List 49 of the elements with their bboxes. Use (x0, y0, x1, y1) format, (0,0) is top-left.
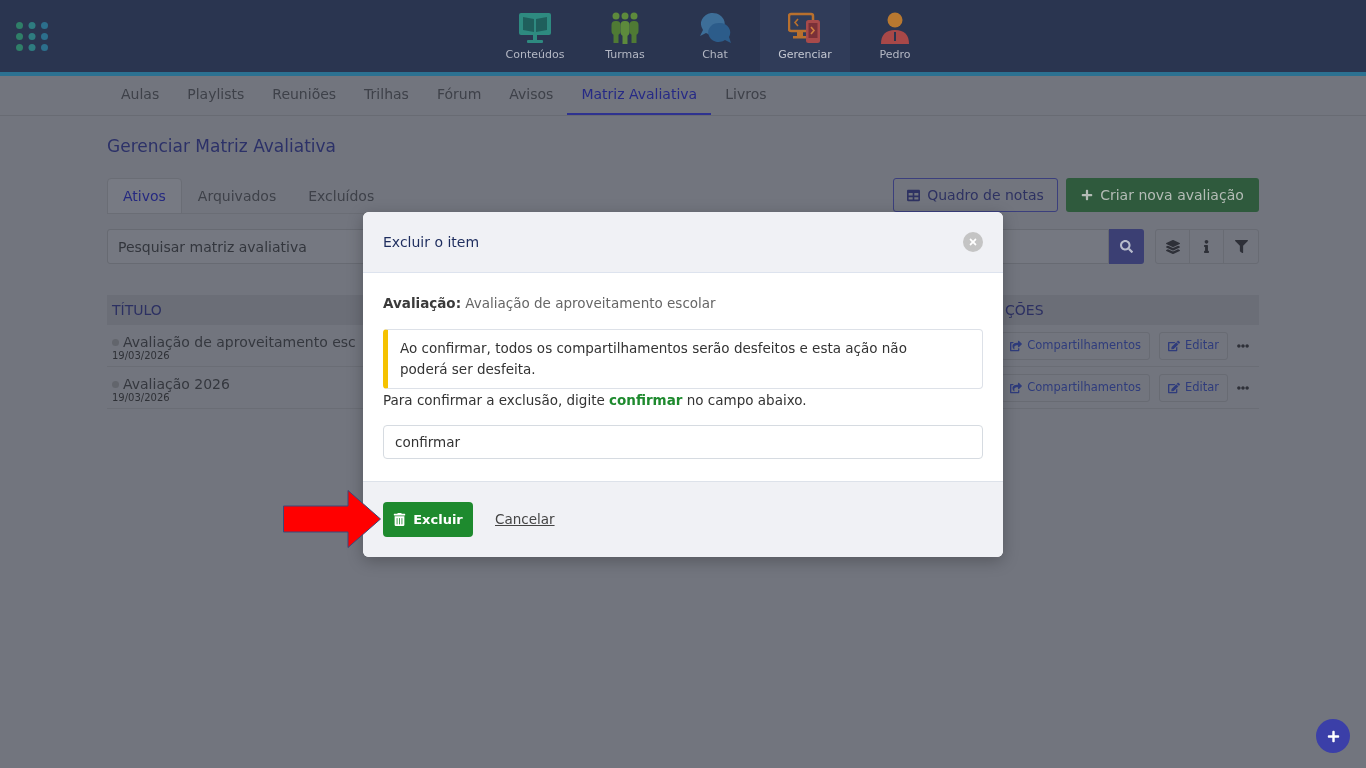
column-header: TÍTULO (111, 300, 162, 320)
person-icon (879, 11, 911, 44)
search-button[interactable] (1109, 229, 1144, 264)
status-tab[interactable]: Ativos (107, 178, 182, 214)
app-bar-item[interactable]: Gerenciar (760, 0, 850, 72)
app-bar-item[interactable]: Conteúdos (490, 0, 580, 72)
warning-alert: Ao confirmar, todos os compartilhamentos serão desfeitos e esta ação não poderá ser desfeita. (383, 329, 983, 389)
apps-menu-icon[interactable] (16, 21, 48, 51)
people-icon (610, 11, 640, 44)
monitor-book-icon (518, 11, 552, 44)
dialog-title: Excluir o item (383, 232, 480, 252)
plus-icon (1326, 729, 1340, 743)
close-button[interactable] (963, 232, 983, 252)
delete-button[interactable]: Excluir (383, 502, 473, 537)
row-title: Avaliação de aproveitamento esc (123, 334, 356, 350)
edit-icon (1167, 381, 1180, 394)
search-icon (1120, 240, 1133, 253)
edit-button[interactable]: Editar (1158, 331, 1228, 360)
app-bar-item[interactable]: Turmas (580, 0, 670, 72)
edit-icon (1167, 339, 1180, 352)
filter-icon (1234, 240, 1248, 253)
row-date: 19/03/2026 (112, 392, 171, 403)
right-arrow-icon (283, 490, 381, 548)
monitor-phone-icon (788, 11, 822, 44)
edit-button[interactable]: Editar (1158, 373, 1228, 402)
share-icon (1010, 339, 1023, 352)
column-header: ÇÕES (1005, 300, 1045, 320)
row-date: 19/03/2026 (112, 350, 171, 361)
shares-button[interactable]: Compartilhamentos (1001, 331, 1150, 360)
page-title: Gerenciar Matriz Avaliativa (107, 135, 337, 158)
row-title: Avaliação 2026 (123, 376, 230, 392)
add-button[interactable] (1316, 719, 1350, 753)
close-icon (968, 237, 978, 247)
section-tab[interactable]: Matriz Avaliativa (567, 76, 712, 115)
layers-icon (1165, 239, 1180, 254)
shares-button[interactable]: Compartilhamentos (1001, 373, 1150, 402)
cancel-link[interactable]: Cancelar (495, 509, 555, 530)
trash-icon (393, 513, 407, 526)
grades-button[interactable]: Quadro de notas (893, 178, 1058, 212)
app-bar-item[interactable]: Chat (670, 0, 760, 72)
plus-icon (1081, 189, 1094, 201)
chat-bubbles-icon (698, 11, 732, 44)
confirm-instruction: Para confirmar a exclusão, digite confirmar no campo abaixo. (383, 391, 808, 410)
table-icon (907, 188, 921, 202)
app-bar-item[interactable]: Pedro (850, 0, 940, 72)
confirm-input[interactable]: confirmar (383, 425, 983, 459)
create-button[interactable]: Criar nova avaliação (1066, 178, 1259, 212)
share-icon (1010, 381, 1023, 394)
item-name: Avaliação: Avaliação de aproveitamento escolar (383, 294, 717, 313)
